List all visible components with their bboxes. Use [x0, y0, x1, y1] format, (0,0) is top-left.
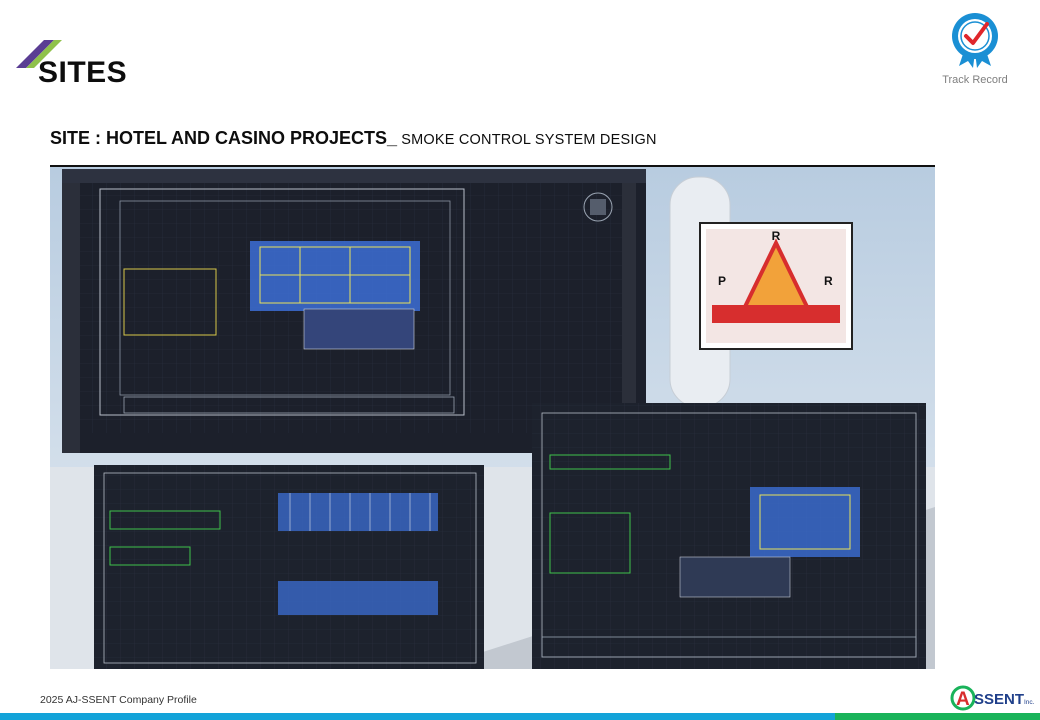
award-ribbon-checkmark-icon — [952, 13, 998, 68]
project-photo-collage: R P R — [50, 165, 935, 669]
track-record-badge[interactable]: Track Record — [940, 12, 1010, 86]
footer-company-profile: 2025 AJ-SSENT Company Profile — [40, 694, 197, 706]
page-title: SITES — [38, 56, 128, 89]
subtitle-project: SITE : HOTEL AND CASINO PROJECTS_ — [50, 128, 398, 148]
logo-suffix: Inc. — [1024, 699, 1035, 706]
svg-text:R: R — [824, 274, 833, 288]
footer-bar-blue — [0, 713, 835, 720]
floor-plan-sheet-icon — [532, 403, 926, 669]
site-subtitle: SITE : HOTEL AND CASINO PROJECTS_ SMOKE … — [50, 128, 657, 149]
logo-letter-a: A — [956, 689, 970, 710]
svg-text:P: P — [718, 274, 726, 288]
logo-wordmark: SSENT — [974, 691, 1024, 708]
floor-plan-sheet-icon — [94, 465, 484, 669]
logo-card-icon: R P R — [699, 222, 853, 350]
footer-color-bar — [0, 713, 1040, 720]
footer-bar-green — [835, 713, 1040, 720]
subtitle-scope: SMOKE CONTROL SYSTEM DESIGN — [397, 132, 657, 148]
track-record-label: Track Record — [942, 74, 1008, 86]
svg-text:R: R — [772, 229, 781, 243]
ajssent-logo: A SSENT Inc. — [950, 685, 1035, 711]
